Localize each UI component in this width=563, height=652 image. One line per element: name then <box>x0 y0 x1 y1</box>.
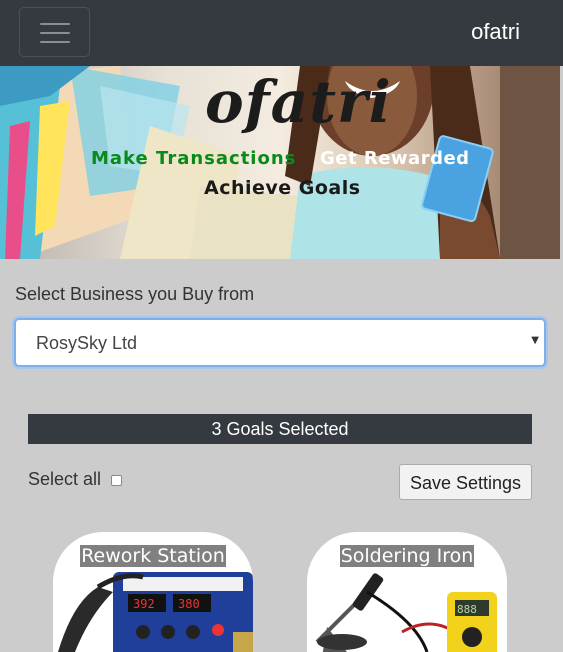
svg-text:380: 380 <box>178 597 200 611</box>
hero-banner: ofatri Make Transactions Get Rewarded Ac… <box>0 66 560 259</box>
select-all-checkbox[interactable] <box>111 475 122 486</box>
tagline-make-transactions: Make Transactions <box>91 148 297 169</box>
hamburger-menu-icon-bar <box>40 41 70 43</box>
tagline-get-rewarded: Get Rewarded <box>320 148 470 169</box>
save-settings-button[interactable]: Save Settings <box>399 464 532 500</box>
product-card-soldering-iron[interactable]: 888 Soldering Iron <box>307 532 507 652</box>
brand-link[interactable]: ofatri <box>471 19 520 45</box>
select-all-label: Select all <box>28 469 102 489</box>
top-navbar: ofatri <box>0 0 563 66</box>
tagline-achieve-goals: Achieve Goals <box>204 177 361 199</box>
business-select-value: RosySky Ltd <box>36 333 138 353</box>
hamburger-menu-icon <box>40 23 70 25</box>
svg-text:888: 888 <box>457 603 477 616</box>
dropdown-arrow-icon: ▼ <box>531 335 539 346</box>
goals-selected-banner: 3 Goals Selected <box>28 414 532 444</box>
product-card-rework-station[interactable]: 392 380 Rework Station <box>53 532 253 652</box>
hamburger-menu-icon-bar <box>40 32 70 34</box>
hero-logo: ofatri <box>205 68 392 136</box>
svg-text:392: 392 <box>133 597 155 611</box>
menu-toggle-button[interactable] <box>19 7 90 57</box>
business-select[interactable]: RosySky Ltd ▼ <box>14 318 546 367</box>
product-title: Rework Station <box>80 545 226 567</box>
product-title: Soldering Iron <box>339 545 475 567</box>
business-select-label: Select Business you Buy from <box>15 284 255 304</box>
